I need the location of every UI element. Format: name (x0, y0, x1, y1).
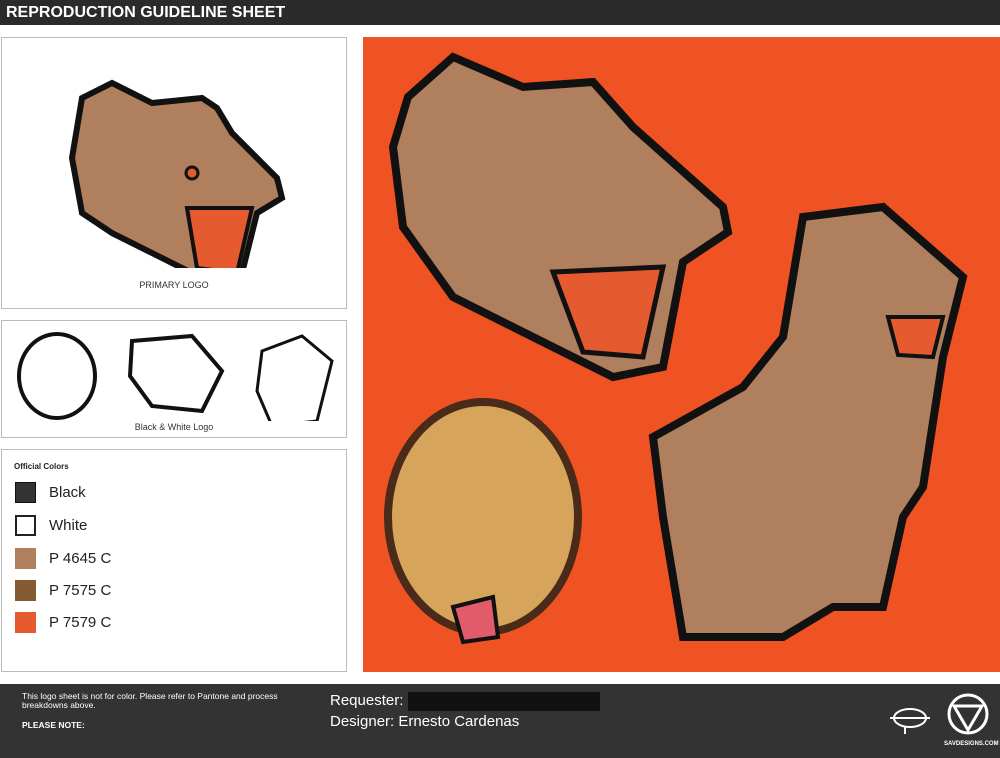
hyena-head-logo (68, 79, 286, 282)
color-label: Black (49, 484, 86, 501)
page-title: REPRODUCTION GUIDELINE SHEET (0, 0, 1000, 25)
savdesigns-logo-icon (947, 693, 989, 735)
color-row: Black (15, 482, 86, 503)
brand-text: SAVDESIGNS.COM (944, 741, 999, 747)
signature-logo (890, 708, 930, 734)
requester-label: Requester: (330, 692, 404, 709)
colors-title: Official Colors (14, 462, 69, 471)
color-row: P 7575 C (15, 580, 111, 601)
primary-logo-caption: PRIMARY LOGO (139, 280, 209, 290)
bw-logo-panel: Black & White Logo (1, 320, 347, 438)
color-row: White (15, 515, 87, 536)
color-label: P 4645 C (49, 550, 112, 567)
color-label: White (49, 517, 88, 534)
color-label: P 7579 C (49, 614, 112, 631)
color-swatch (15, 515, 36, 536)
requester-info: Requester: Designer: Ernesto Cardenas (330, 690, 600, 732)
showcase-panel (363, 37, 1000, 672)
bw-logo-variants (17, 332, 334, 428)
primary-logo-panel: PRIMARY LOGO (1, 37, 347, 309)
hyena-illustrations (384, 52, 968, 645)
please-note-label: PLEASE NOTE: (22, 720, 85, 730)
color-swatch (15, 612, 36, 633)
color-swatch (15, 580, 36, 601)
redacted-requester (407, 691, 600, 711)
official-colors-panel: Official Colors Black White P 4645 C P 7… (1, 449, 347, 672)
footer: This logo sheet is not for color. Please… (0, 684, 1000, 758)
color-label: P 7575 C (49, 582, 112, 599)
color-swatch (15, 482, 36, 503)
color-swatch (15, 548, 36, 569)
footer-note: This logo sheet is not for color. Please… (22, 691, 278, 710)
bw-logo-caption: Black & White Logo (134, 422, 214, 432)
color-row: P 4645 C (15, 548, 111, 569)
designer-label: Designer: Ernesto Cardenas (330, 713, 520, 730)
color-row: P 7579 C (15, 612, 111, 633)
